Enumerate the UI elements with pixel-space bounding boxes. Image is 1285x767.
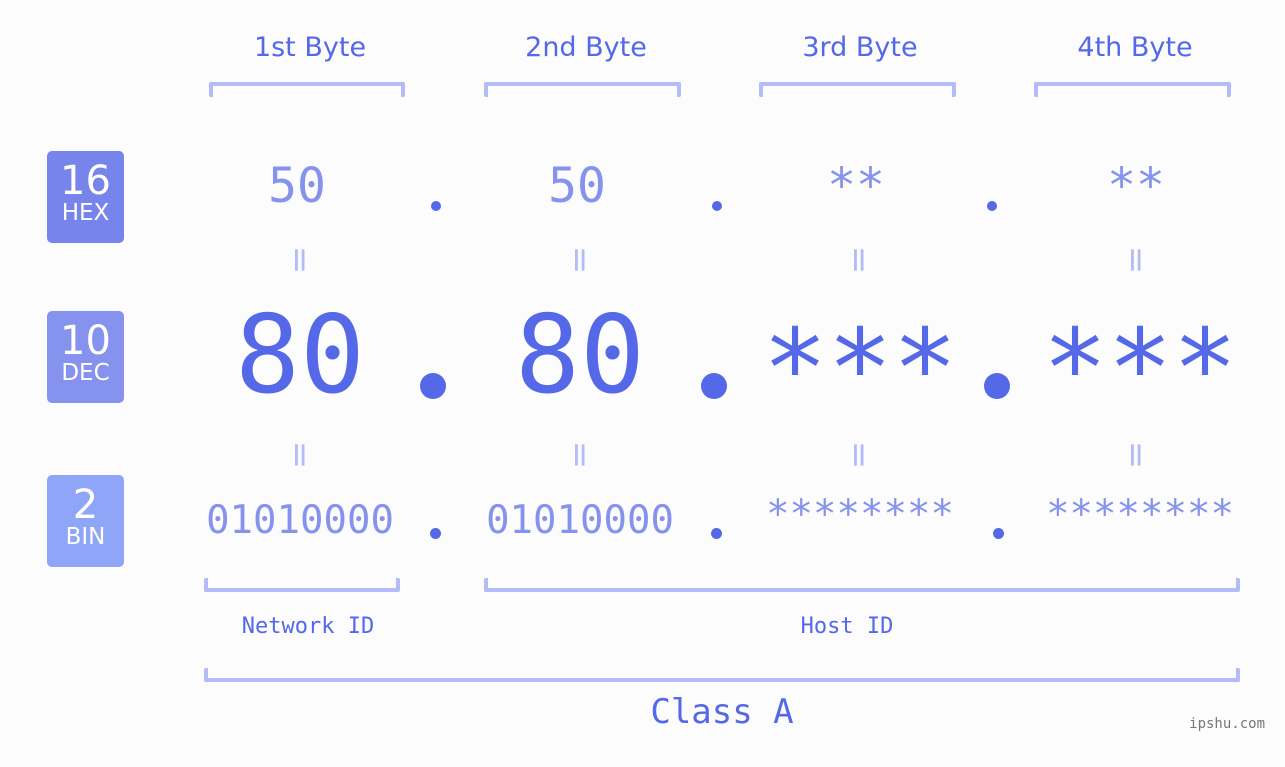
equals-icon: = [560,245,600,275]
bin-badge-number: 2 [72,482,99,528]
bin-separator-3 [993,528,1004,539]
hex-badge-number: 16 [60,158,111,204]
hex-byte-4: ** [1107,158,1165,214]
bin-separator-2 [711,528,722,539]
byte-bracket-3 [759,82,956,97]
hex-badge: 16 HEX [47,151,124,243]
dec-separator-1 [420,373,446,399]
byte-bracket-4 [1034,82,1231,97]
dec-byte-1: 80 [234,293,366,418]
equals-icon: = [1116,440,1156,470]
dec-byte-2: 80 [514,293,646,418]
class-label: Class A [650,692,794,732]
dec-badge-number: 10 [60,318,111,364]
equals-icon: = [280,245,320,275]
network-id-bracket [204,578,400,592]
equals-icon: = [560,440,600,470]
equals-icon: = [280,440,320,470]
network-id-label: Network ID [241,614,375,639]
equals-icon: = [839,440,879,470]
byte-header-1: 1st Byte [253,32,367,63]
equals-icon: = [839,245,879,275]
watermark: ipshu.com [1189,716,1265,732]
dec-badge-label: DEC [61,360,110,386]
bin-badge-label: BIN [65,524,106,550]
hex-byte-2: 50 [548,158,606,214]
dec-byte-4: *** [1042,307,1238,432]
byte-header-2: 2nd Byte [525,32,647,63]
host-id-bracket [484,578,1240,592]
bin-byte-3: ******** [766,492,954,537]
host-id-label: Host ID [800,614,894,639]
hex-separator-1 [431,201,441,211]
dec-byte-3: *** [762,307,958,432]
byte-header-4: 4th Byte [1077,32,1193,63]
dec-separator-2 [701,373,727,399]
hex-separator-3 [987,201,997,211]
byte-bracket-2 [484,82,681,97]
equals-icon: = [1116,245,1156,275]
byte-bracket-1 [209,82,405,97]
bin-separator-1 [430,528,441,539]
hex-byte-3: ** [827,158,885,214]
bin-byte-1: 01010000 [206,498,394,543]
class-bracket [204,668,1240,682]
hex-badge-label: HEX [61,200,110,226]
bin-byte-2: 01010000 [486,498,674,543]
bin-badge: 2 BIN [47,475,124,567]
bin-byte-4: ******** [1046,492,1234,537]
dec-badge: 10 DEC [47,311,124,403]
byte-header-3: 3rd Byte [802,32,918,63]
hex-byte-1: 50 [268,158,326,214]
dec-separator-3 [984,373,1010,399]
hex-separator-2 [712,201,722,211]
